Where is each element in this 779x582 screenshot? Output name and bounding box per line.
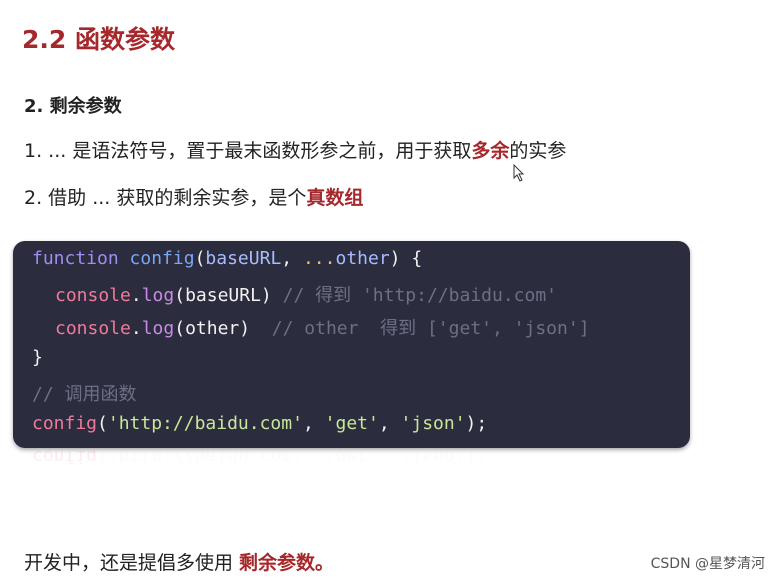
mouse-cursor-icon [513,164,525,182]
footer-note: 开发中，还是提倡多使用 剩余参数。 [24,548,334,575]
point-2: 2. 借助 ... 获取的剩余实参，是个真数组 [24,183,363,210]
point-text: 1. ... 是语法符号，置于最末函数形参之前，用于获取 [24,140,472,162]
watermark: CSDN @星梦清河 [650,556,765,572]
point-text: 2. 借助 ... 获取的剩余实参，是个 [24,187,307,209]
footer-text: 开发中，还是提倡多使用 [24,552,240,574]
footer-highlight: 剩余参数。 [239,552,335,574]
code-reflection: config('http://baidu.com', 'get', 'json'… [13,450,690,490]
point-text: 的实参 [509,140,567,162]
point-highlight: 真数组 [306,187,364,209]
code-line-5: // 调用函数 [32,384,137,405]
code-line-4: } [32,347,43,368]
code-line-1: function config(baseURL, ...other) { [32,248,423,269]
code-line-2: console.log(baseURL) // 得到 'http://baidu… [55,285,558,306]
point-1: 1. ... 是语法符号，置于最末函数形参之前，用于获取多余的实参 [24,136,566,163]
code-block: function config(baseURL, ...other) { con… [13,241,690,448]
code-line-6: config('http://baidu.com', 'get', 'json'… [32,413,488,434]
section-subtitle: 2. 剩余参数 [24,96,122,117]
code-line-3: console.log(other) // other 得到 ['get', '… [55,318,590,339]
reflection-line: config('http://baidu.com', 'get', 'json'… [32,450,488,467]
slide-title: 2.2 函数参数 [22,25,175,54]
point-highlight: 多余 [471,140,510,162]
